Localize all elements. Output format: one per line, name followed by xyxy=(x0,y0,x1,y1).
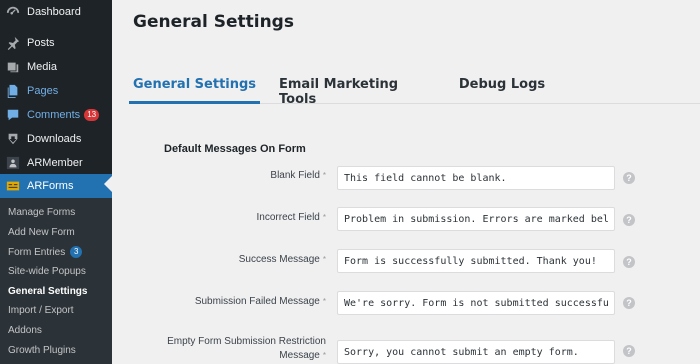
sidebar-item-media[interactable]: Media xyxy=(0,55,112,79)
blank-field-input[interactable] xyxy=(337,166,615,190)
download-icon xyxy=(6,132,20,146)
submenu-item-import-export[interactable]: Import / Export xyxy=(8,302,74,318)
help-icon[interactable]: ? xyxy=(623,214,635,226)
entries-count-badge: 3 xyxy=(70,246,83,258)
submenu-item-label: Site-wide Popups xyxy=(8,265,86,277)
field-label-text: Message xyxy=(279,350,320,361)
submenu-item-label: Manage Forms xyxy=(8,206,76,218)
success-message-input[interactable] xyxy=(337,249,615,273)
sidebar-item-label: Comments xyxy=(27,109,81,121)
field-label-text: Submission Failed Message xyxy=(194,296,320,307)
tab-label: General Settings xyxy=(132,77,257,92)
field-label-text: Empty Form Submission Restriction xyxy=(167,336,326,347)
sidebar-item-label: Dashboard xyxy=(27,6,81,18)
submenu-item-add-new-form[interactable]: Add New Form xyxy=(8,224,75,240)
tab-label: Debug Logs xyxy=(458,77,546,92)
sidebar-item-armember[interactable]: ARMember xyxy=(0,151,112,175)
dashboard-icon xyxy=(6,5,20,19)
section-heading: Default Messages On Form xyxy=(164,143,306,155)
submenu-item-manage-forms[interactable]: Manage Forms xyxy=(8,204,75,220)
active-menu-arrow xyxy=(104,176,112,192)
field-label-incorrect-field: Incorrect Field * xyxy=(257,211,326,225)
field-label-text: Incorrect Field xyxy=(256,212,320,223)
pages-icon xyxy=(6,84,20,98)
submenu-item-growth-plugins[interactable]: Growth Plugins xyxy=(8,342,76,358)
sidebar-item-label: Downloads xyxy=(27,133,82,145)
help-icon[interactable]: ? xyxy=(623,345,635,357)
help-icon[interactable]: ? xyxy=(623,256,635,268)
required-mark: * xyxy=(322,171,326,180)
submenu-item-general-settings[interactable]: General Settings xyxy=(8,283,87,299)
field-label-text: Success Message xyxy=(238,254,320,265)
field-label-success-message: Success Message * xyxy=(239,253,326,267)
comment-icon xyxy=(6,108,20,122)
field-label-submission-failed-message: Submission Failed Message * xyxy=(195,295,326,309)
pin-icon xyxy=(6,36,20,50)
page-title: General Settings xyxy=(133,12,294,32)
tab-label: Email Marketing Tools xyxy=(279,77,399,107)
settings-tabs: General Settings Email Marketing Tools D… xyxy=(129,77,700,107)
sidebar-item-dashboard[interactable]: Dashboard xyxy=(0,0,112,24)
field-label-text: Blank Field xyxy=(270,170,320,181)
admin-sidebar: Dashboard Posts Media Pages Comments 13 … xyxy=(0,0,112,364)
arforms-submenu: Manage Forms Add New Form Form Entries 3… xyxy=(0,198,112,364)
main-content: General Settings General Settings Email … xyxy=(112,0,700,364)
submenu-item-label: Form Entries xyxy=(8,246,66,258)
submenu-item-label: Import / Export xyxy=(8,304,74,316)
submenu-item-site-wide-popups[interactable]: Site-wide Popups xyxy=(8,263,86,279)
tab-debug-logs[interactable]: Debug Logs xyxy=(457,77,547,104)
sidebar-item-arforms[interactable]: ARForms xyxy=(0,174,112,198)
required-mark: * xyxy=(322,255,326,264)
sidebar-item-comments[interactable]: Comments 13 xyxy=(0,103,112,127)
sidebar-item-label: ARForms xyxy=(27,180,74,192)
submenu-item-label: General Settings xyxy=(8,285,88,297)
sidebar-item-downloads[interactable]: Downloads xyxy=(0,127,112,151)
media-icon xyxy=(6,60,20,74)
sidebar-item-label: ARMember xyxy=(27,157,83,169)
incorrect-field-input[interactable] xyxy=(337,207,615,231)
required-mark: * xyxy=(322,351,326,360)
sidebar-item-label: Media xyxy=(27,61,57,73)
field-label-blank-field: Blank Field * xyxy=(270,169,326,183)
sidebar-item-label: Posts xyxy=(27,37,55,49)
empty-form-restriction-input[interactable] xyxy=(337,340,615,364)
field-label-empty-form-restriction: Empty Form Submission Restriction Messag… xyxy=(167,335,326,363)
submenu-item-addons[interactable]: Addons xyxy=(8,322,42,338)
sidebar-item-pages[interactable]: Pages xyxy=(0,79,112,103)
help-icon[interactable]: ? xyxy=(623,297,635,309)
submenu-item-label: Growth Plugins xyxy=(8,344,76,356)
comment-count-badge: 13 xyxy=(84,109,100,121)
sidebar-item-label: Pages xyxy=(27,85,59,97)
tab-email-marketing-tools[interactable]: Email Marketing Tools xyxy=(279,77,419,107)
submenu-item-label: Add New Form xyxy=(8,226,75,238)
submission-failed-input[interactable] xyxy=(337,291,615,315)
armember-icon xyxy=(6,156,20,170)
arforms-icon xyxy=(6,179,20,193)
required-mark: * xyxy=(322,297,326,306)
help-icon[interactable]: ? xyxy=(623,172,635,184)
submenu-item-form-entries[interactable]: Form Entries 3 xyxy=(8,244,83,260)
submenu-item-label: Addons xyxy=(8,324,42,336)
sidebar-item-posts[interactable]: Posts xyxy=(0,31,112,55)
required-mark: * xyxy=(322,213,326,222)
tab-general-settings[interactable]: General Settings xyxy=(129,77,260,104)
